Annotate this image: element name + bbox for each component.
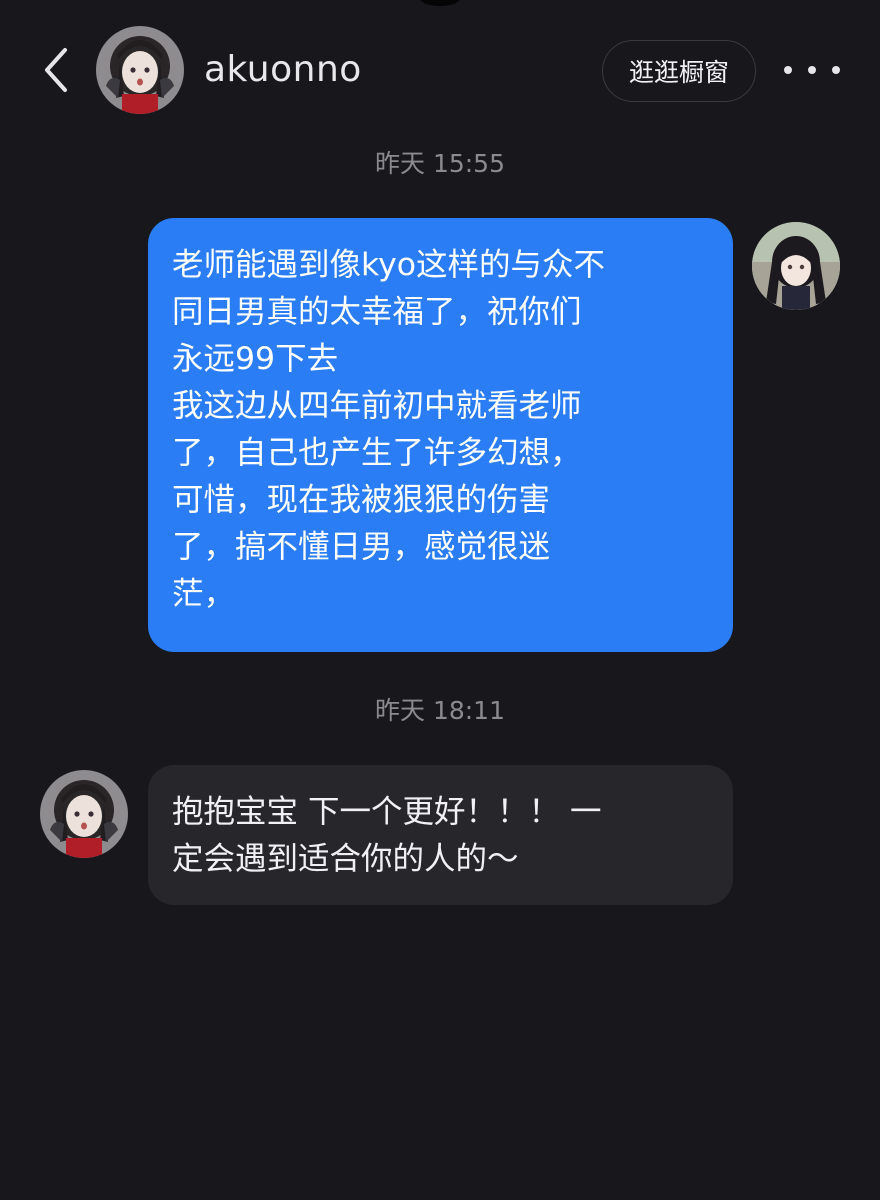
shop-window-button[interactable]: 逛逛橱窗 [602, 40, 756, 102]
message-timestamp: 昨天 15:55 [375, 149, 505, 178]
incoming-message-bubble[interactable]: 抱抱宝宝 下一个更好！！！ 一 定会遇到适合你的人的～ [148, 765, 733, 905]
chat-screen: akuonno 逛逛橱窗 昨天 15:55 老师能遇到像kyo这样的与众不 同日… [0, 0, 880, 1200]
outgoing-message-bubble[interactable]: 老师能遇到像kyo这样的与众不 同日男真的太幸福了，祝你们 永远99下去 我这边… [148, 218, 733, 652]
contact-avatar[interactable] [40, 770, 128, 858]
more-options-button[interactable] [784, 50, 840, 90]
self-avatar[interactable] [752, 222, 840, 310]
contact-avatar[interactable] [96, 26, 184, 114]
message-timestamp: 昨天 18:11 [375, 696, 505, 725]
more-dots-icon [784, 66, 792, 74]
chevron-left-icon [45, 48, 67, 92]
contact-username[interactable]: akuonno [204, 46, 362, 94]
back-button[interactable] [30, 40, 82, 100]
chat-header: akuonno 逛逛橱窗 [0, 0, 880, 130]
